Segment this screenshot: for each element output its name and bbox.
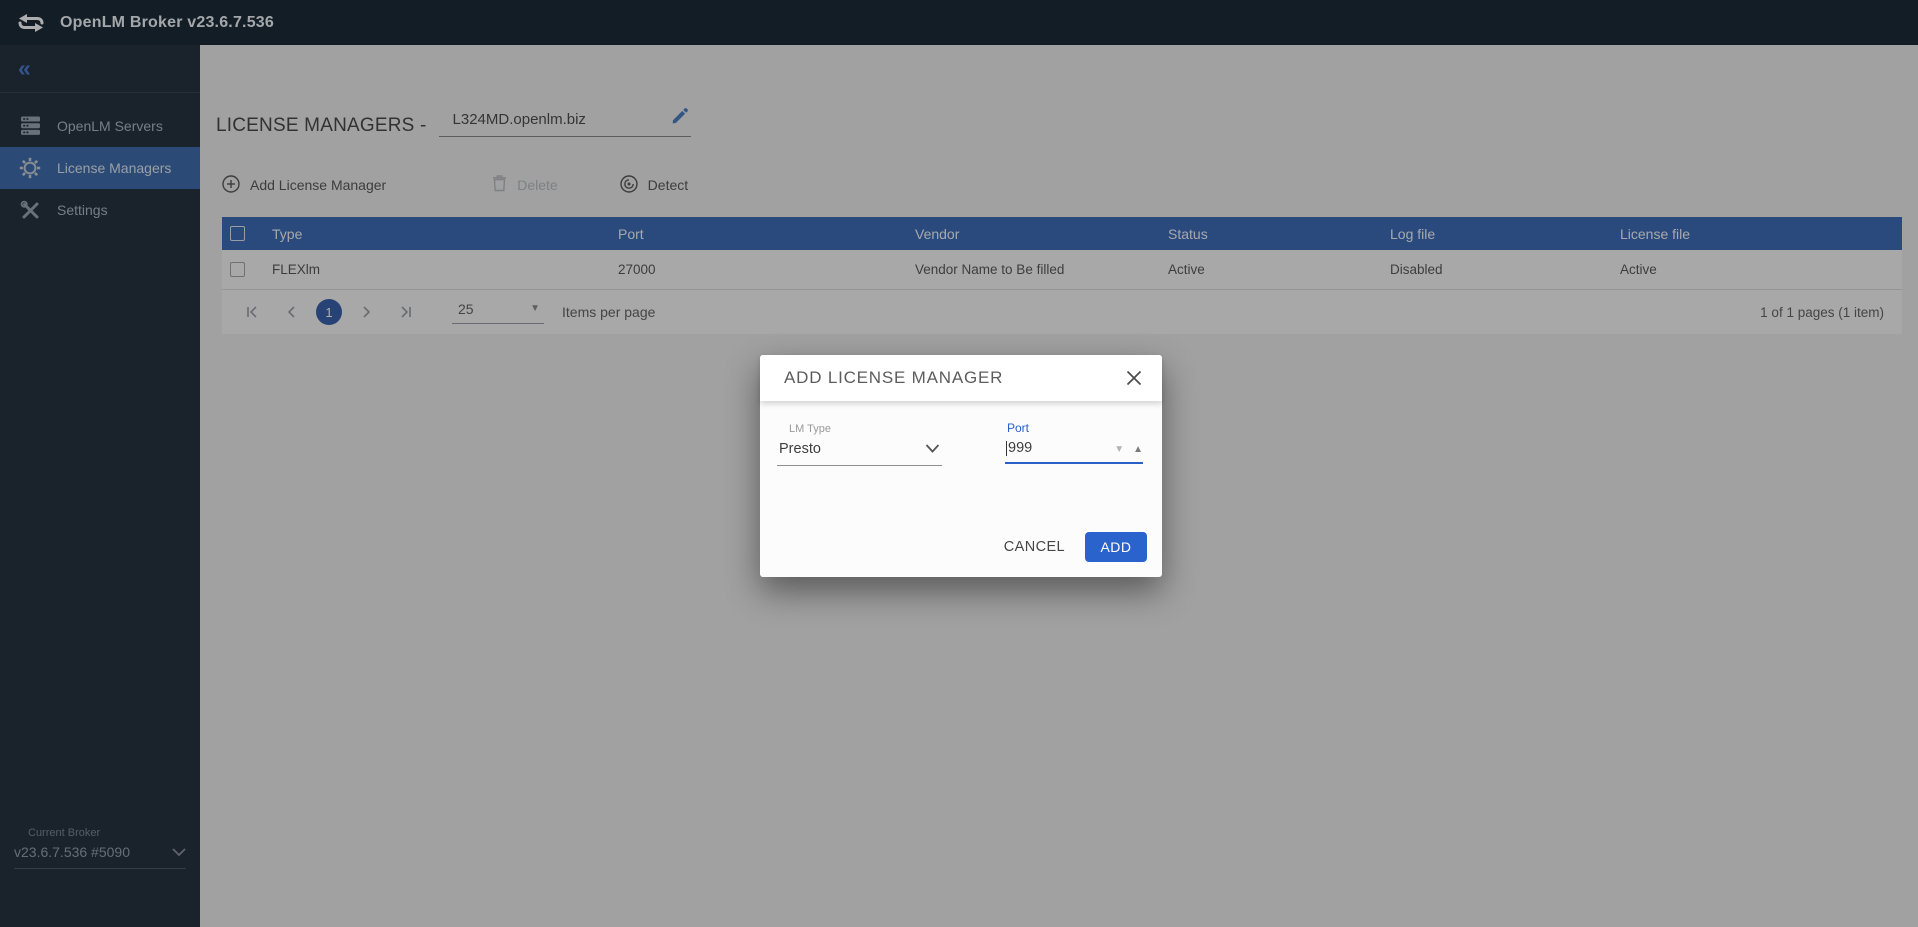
spinner-down-icon[interactable]: ▼	[1114, 444, 1124, 455]
port-label: Port	[1005, 421, 1143, 435]
lm-type-select[interactable]: Presto	[777, 435, 942, 466]
port-input[interactable]: 999 ▼ ▲	[1005, 435, 1143, 464]
lm-type-value: Presto	[779, 441, 821, 457]
add-license-manager-dialog: ADD LICENSE MANAGER LM Type Presto Port	[760, 355, 1162, 577]
port-spinners: ▼ ▲	[1114, 444, 1143, 455]
lm-type-field: LM Type Presto	[777, 423, 942, 466]
port-value: 999	[1008, 440, 1032, 456]
port-field: Port 999 ▼ ▲	[1005, 421, 1143, 464]
dialog-actions: CANCEL ADD	[1002, 532, 1147, 562]
dialog-title: ADD LICENSE MANAGER	[784, 368, 1003, 388]
dialog-header: ADD LICENSE MANAGER	[760, 355, 1162, 401]
chevron-down-icon	[925, 440, 940, 458]
lm-type-label: LM Type	[777, 423, 942, 435]
dialog-body: LM Type Presto Port 999 ▼ ▲	[760, 401, 1162, 577]
spinner-up-icon[interactable]: ▲	[1133, 444, 1143, 455]
app-screen: OpenLM Broker v23.6.7.536 «	[0, 0, 1918, 927]
close-icon[interactable]	[1124, 368, 1144, 388]
add-button[interactable]: ADD	[1085, 532, 1147, 562]
text-caret	[1006, 441, 1007, 456]
cancel-button[interactable]: CANCEL	[1002, 533, 1067, 561]
